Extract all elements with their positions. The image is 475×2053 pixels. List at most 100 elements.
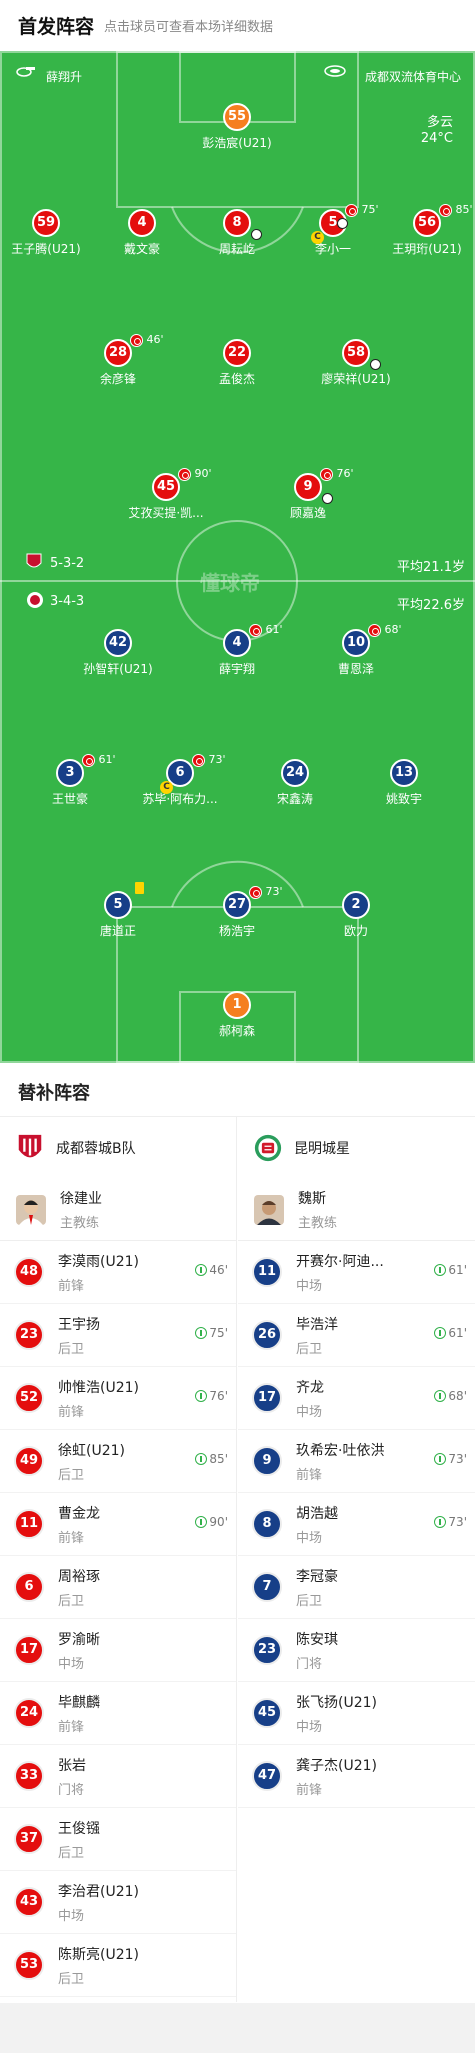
away-player[interactable]: 6 苏毕·阿布力... 73' C: [120, 753, 240, 807]
home-player[interactable]: 58 廖荣祥(U21): [296, 339, 416, 387]
player-number: 3: [56, 759, 84, 787]
sub-minute: 61': [265, 623, 283, 636]
player-number: 45: [252, 1698, 282, 1728]
substitute-row[interactable]: 33 张岩 门将: [0, 1745, 236, 1808]
player-number: 17: [14, 1635, 44, 1665]
player-name: 帅惟浩(U21): [58, 1379, 139, 1396]
substitution-icon: [368, 623, 381, 637]
sub-on-icon: [195, 1264, 208, 1276]
away-team-header[interactable]: 昆明城星: [238, 1117, 475, 1179]
home-player[interactable]: 22 孟俊杰: [177, 339, 297, 387]
player-name: 孟俊杰: [218, 372, 255, 386]
substitute-row[interactable]: 23 陈安琪 门将: [238, 1619, 475, 1682]
player-number: 11: [14, 1509, 44, 1539]
player-number: 27: [223, 891, 251, 919]
sub-on-indicator: 75': [195, 1326, 228, 1340]
player-name: 杨浩宇: [218, 924, 255, 938]
player-name: 李漠雨(U21): [58, 1253, 139, 1270]
sub-off-indicator: 46': [130, 333, 164, 347]
sub-on-icon: [195, 1516, 208, 1528]
away-player[interactable]: 5 唐道正: [58, 882, 178, 939]
substitute-row[interactable]: 9 玖希宏·吐依洪 前锋 73': [238, 1430, 475, 1493]
sub-minute: 90': [209, 1515, 228, 1529]
player-position: 后卫: [296, 1341, 323, 1357]
player-name: 胡浩越: [296, 1505, 338, 1522]
player-name: 徐虹(U21): [58, 1442, 125, 1459]
coach-name: 徐建业: [60, 1191, 102, 1207]
substitute-row[interactable]: 11 开赛尔·阿迪... 中场 61': [238, 1241, 475, 1304]
player-number: 6: [14, 1572, 44, 1602]
home-team-header[interactable]: 成都蓉城B队: [0, 1117, 236, 1179]
substitute-row[interactable]: 17 齐龙 中场 68': [238, 1367, 475, 1430]
player-name: 苏毕·阿布力...: [142, 792, 218, 806]
player-number: 24: [281, 759, 309, 787]
substitute-row[interactable]: 23 王宇扬 后卫 75': [0, 1304, 236, 1367]
substitute-row[interactable]: 53 陈斯亮(U21) 后卫: [0, 1934, 236, 1997]
sub-on-icon: [434, 1516, 447, 1528]
player-position: 后卫: [58, 1971, 85, 1987]
player-name: 郝柯森: [218, 1024, 255, 1038]
substitute-row[interactable]: 8 胡浩越 中场 73': [238, 1493, 475, 1556]
away-player[interactable]: 10 曹恩泽 68': [296, 623, 416, 677]
away-coach[interactable]: 魏斯 主教练: [238, 1179, 475, 1241]
home-coach[interactable]: 徐建业 主教练: [0, 1179, 236, 1241]
player-position: 中场: [296, 1530, 323, 1546]
away-player[interactable]: 2 欧力: [296, 891, 416, 939]
player-name: 廖荣祥(U21): [321, 372, 391, 386]
substitute-row[interactable]: 6 周裕琢 后卫: [0, 1556, 236, 1619]
home-team-name: 成都蓉城B队: [56, 1141, 136, 1157]
substitute-row[interactable]: 48 李漠雨(U21) 前锋 46': [0, 1241, 236, 1304]
substitute-row[interactable]: 24 毕麒麟 前锋: [0, 1682, 236, 1745]
away-player[interactable]: 24 宋鑫涛: [235, 759, 355, 807]
away-player[interactable]: 1 郝柯森: [177, 991, 297, 1039]
player-number: 55: [223, 103, 251, 131]
player-position: 前锋: [58, 1530, 85, 1546]
sub-on-indicator: 61': [434, 1263, 467, 1277]
sub-on-icon: [434, 1264, 447, 1276]
home-formation: 5-3-2: [50, 556, 85, 571]
substitute-row[interactable]: 47 龚子杰(U21) 前锋: [238, 1745, 475, 1808]
substitution-icon: [130, 333, 143, 347]
player-name: 李冠豪: [296, 1568, 338, 1585]
player-number: 45: [152, 473, 180, 501]
player-name: 李治君(U21): [58, 1883, 139, 1900]
home-player[interactable]: 45 艾孜买提·凯... 90': [106, 467, 226, 521]
home-player[interactable]: 56 王玥珩(U21) 85': [367, 203, 475, 257]
sub-minute: 46': [209, 1263, 228, 1277]
away-player[interactable]: 27 杨浩宇 73': [177, 885, 297, 939]
substitute-row[interactable]: 17 罗渝晰 中场: [0, 1619, 236, 1682]
player-name: 罗渝晰: [58, 1631, 100, 1648]
substitute-row[interactable]: 26 毕浩洋 后卫 61': [238, 1304, 475, 1367]
sub-off-indicator: 73': [249, 885, 283, 899]
coach-avatar: [16, 1194, 46, 1225]
sub-off-indicator: 90': [178, 467, 212, 481]
home-player[interactable]: 28 余彦锋 46': [58, 333, 178, 387]
sub-minute: 76': [209, 1389, 228, 1403]
sub-on-icon: [195, 1390, 208, 1402]
player-position: 门将: [296, 1656, 323, 1672]
home-player[interactable]: 9 顾嘉逸 76': [248, 467, 368, 521]
substitute-row[interactable]: 49 徐虹(U21) 后卫 85': [0, 1430, 236, 1493]
sub-minute: 76': [336, 467, 354, 480]
substitute-row[interactable]: 45 张飞扬(U21) 中场: [238, 1682, 475, 1745]
substitute-row[interactable]: 11 曹金龙 前锋 90': [0, 1493, 236, 1556]
sub-minute: 85': [209, 1452, 228, 1466]
player-number: 23: [14, 1320, 44, 1350]
substitute-row[interactable]: 37 王俊镪 后卫: [0, 1808, 236, 1871]
away-team-name: 昆明城星: [294, 1141, 350, 1157]
away-team-icon: [26, 591, 44, 612]
away-player[interactable]: 3 王世豪 61': [10, 753, 130, 807]
away-player[interactable]: 13 姚致宇: [344, 759, 464, 807]
substitute-row[interactable]: 43 李治君(U21) 中场: [0, 1871, 236, 1934]
player-position: 前锋: [296, 1782, 323, 1798]
sub-minute: 73': [448, 1515, 467, 1529]
home-player[interactable]: 55 彭浩宸(U21): [177, 103, 297, 151]
player-name: 周裕琢: [58, 1568, 100, 1585]
sub-on-indicator: 73': [434, 1452, 467, 1466]
substitute-row[interactable]: 7 李冠豪 后卫: [238, 1556, 475, 1619]
substitute-row[interactable]: 52 帅惟浩(U21) 前锋 76': [0, 1367, 236, 1430]
player-number: 53: [14, 1950, 44, 1980]
away-player[interactable]: 42 孙智轩(U21): [58, 629, 178, 677]
away-player[interactable]: 4 薛宇翔 61': [177, 623, 297, 677]
player-position: 门将: [58, 1782, 85, 1798]
